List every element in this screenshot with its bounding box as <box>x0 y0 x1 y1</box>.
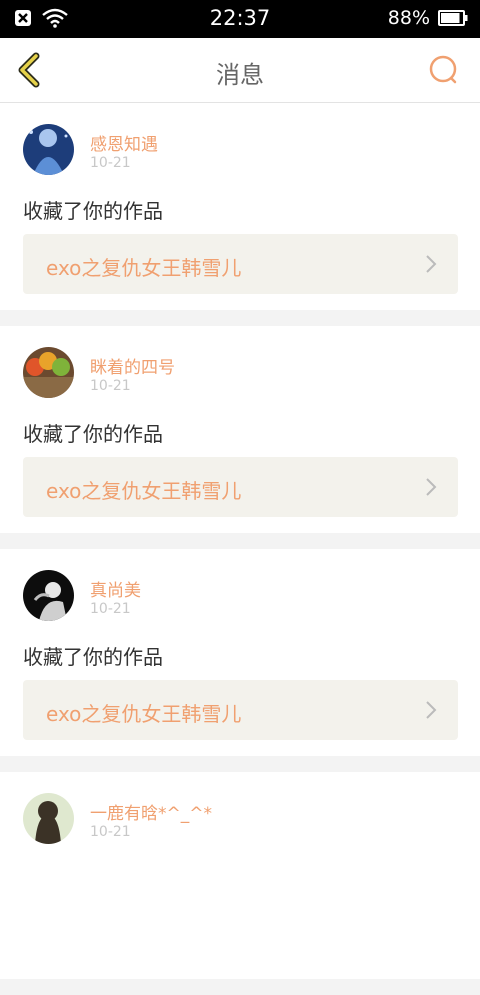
chevron-right-icon <box>426 701 437 719</box>
username[interactable]: 感恩知遇 <box>90 130 158 155</box>
status-bar: 22:37 88% <box>0 0 480 38</box>
message-card: 感恩知遇 10-21 收藏了你的作品 exo之复仇女王韩雪儿 <box>0 103 480 310</box>
avatar[interactable] <box>23 793 74 844</box>
app-bar: 消息 <box>0 38 480 103</box>
battery-percent: 88% <box>387 7 430 29</box>
message-date: 10-21 <box>90 155 131 171</box>
work-title: exo之复仇女王韩雪儿 <box>46 256 242 280</box>
message-date: 10-21 <box>90 378 131 394</box>
avatar[interactable] <box>23 347 74 398</box>
message-list: 感恩知遇 10-21 收藏了你的作品 exo之复仇女王韩雪儿 眯着的四号 10-… <box>0 103 480 995</box>
battery-icon <box>438 10 468 26</box>
username[interactable]: 眯着的四号 <box>90 353 175 378</box>
message-card: 真尚美 10-21 收藏了你的作品 exo之复仇女王韩雪儿 <box>0 549 480 756</box>
search-icon[interactable] <box>428 54 460 86</box>
message-card: 眯着的四号 10-21 收藏了你的作品 exo之复仇女王韩雪儿 <box>0 326 480 533</box>
work-title: exo之复仇女王韩雪儿 <box>46 702 242 726</box>
action-text: 收藏了你的作品 <box>23 645 163 669</box>
username[interactable]: 真尚美 <box>90 576 141 601</box>
action-text: 收藏了你的作品 <box>23 199 163 223</box>
action-text: 收藏了你的作品 <box>23 422 163 446</box>
work-link[interactable]: exo之复仇女王韩雪儿 <box>23 234 458 294</box>
work-link[interactable]: exo之复仇女王韩雪儿 <box>23 680 458 740</box>
message-date: 10-21 <box>90 601 131 617</box>
avatar[interactable] <box>23 124 74 175</box>
status-right: 88% <box>388 7 468 29</box>
message-card: 一鹿有晗*^_^* 10-21 <box>0 772 480 979</box>
chevron-right-icon <box>426 255 437 273</box>
work-link[interactable]: exo之复仇女王韩雪儿 <box>23 457 458 517</box>
avatar[interactable] <box>23 570 74 621</box>
work-title: exo之复仇女王韩雪儿 <box>46 479 242 503</box>
page-title: 消息 <box>216 61 264 89</box>
message-date: 10-21 <box>90 824 131 840</box>
username[interactable]: 一鹿有晗*^_^* <box>90 799 212 824</box>
chevron-right-icon <box>426 478 437 496</box>
